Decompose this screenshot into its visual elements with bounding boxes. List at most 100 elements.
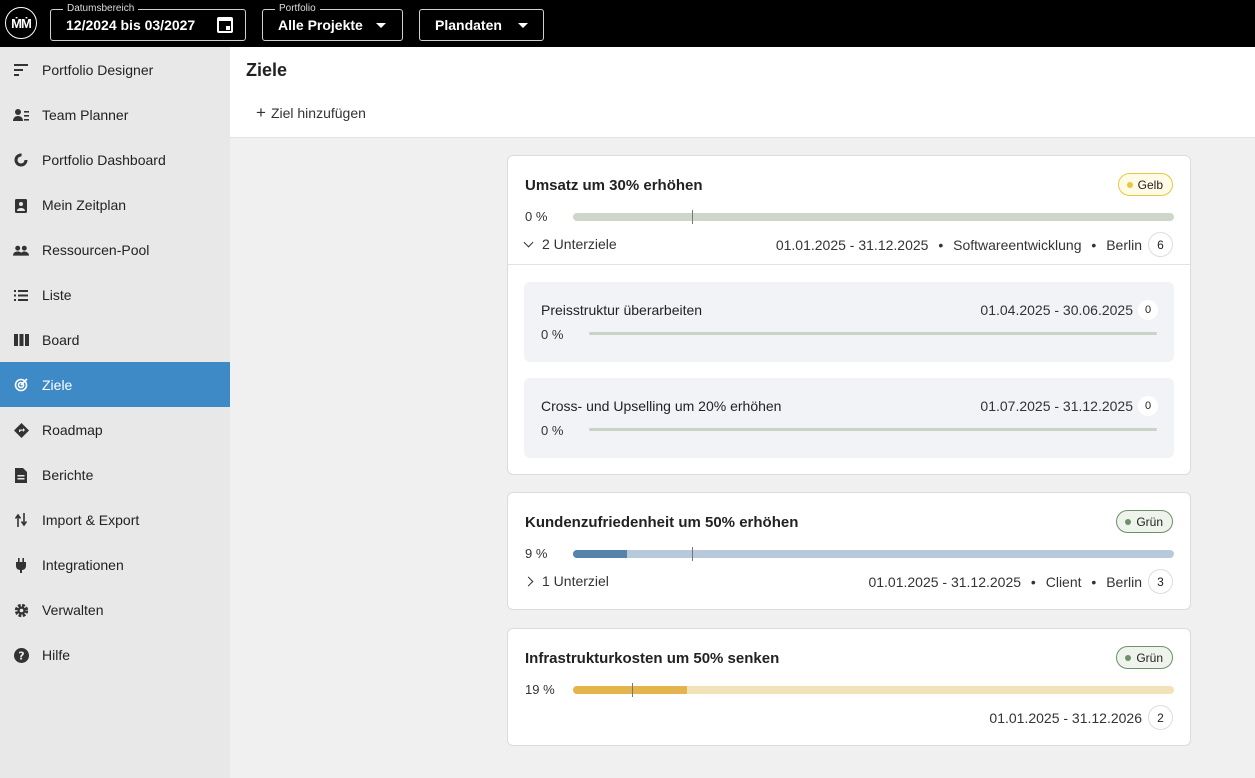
- progress-fill: [573, 686, 688, 694]
- progress-bar: [573, 686, 1174, 694]
- people-icon: [13, 242, 29, 258]
- chevron-down-icon: [517, 22, 528, 28]
- sidebar-item-label: Import & Export: [42, 511, 140, 528]
- app-logo[interactable]: ṀṀ: [5, 7, 37, 39]
- today-marker: [692, 547, 693, 561]
- subgoals-toggle[interactable]: 1 Unterziel: [523, 573, 609, 589]
- goal-count-badge: 3: [1148, 569, 1173, 594]
- progress-percent: 9 %: [525, 546, 548, 561]
- target-icon: [13, 377, 29, 393]
- sidebar-item-roadmap[interactable]: Roadmap: [0, 407, 230, 452]
- subgoal-date-range: 01.07.2025 - 31.12.2025: [980, 398, 1133, 414]
- subgoals-toggle[interactable]: 2 Unterziele: [523, 236, 617, 252]
- sidebar-item-portfolio-dashboard[interactable]: Portfolio Dashboard: [0, 137, 230, 182]
- portfolio-select[interactable]: Portfolio Alle Projekte: [262, 2, 403, 41]
- schedule-icon: [13, 197, 29, 213]
- chevron-down-icon: [523, 237, 534, 247]
- goal-card[interactable]: Kundenzufriedenheit um 50% erhöhen Grün …: [507, 492, 1191, 610]
- goal-date-range: 01.01.2025 - 31.12.2025: [775, 237, 929, 253]
- progress-fill: [573, 550, 628, 558]
- add-goal-button[interactable]: + Ziel hinzufügen: [256, 103, 366, 122]
- data-mode-select[interactable]: Plandaten: [419, 9, 544, 41]
- subgoal-card[interactable]: Cross- und Upselling um 20% erhöhen 01.0…: [524, 378, 1174, 458]
- sidebar-item-portfolio-designer[interactable]: Portfolio Designer: [0, 47, 230, 92]
- team-icon: [13, 107, 29, 123]
- sidebar-item-label: Liste: [42, 286, 72, 303]
- main-header: Ziele + Ziel hinzufügen: [230, 47, 1255, 138]
- goal-title: Infrastrukturkosten um 50% senken: [525, 650, 780, 667]
- sidebar-item-team-planner[interactable]: Team Planner: [0, 92, 230, 137]
- subgoal-date-range: 01.04.2025 - 30.06.2025: [980, 302, 1133, 318]
- top-bar: ṀṀ Datumsbereich 12/2024 bis 03/2027 Por…: [0, 0, 1255, 47]
- sidebar-item-berichte[interactable]: Berichte: [0, 452, 230, 497]
- sidebar-item-label: Ressourcen-Pool: [42, 241, 150, 258]
- sidebar-item-liste[interactable]: Liste: [0, 272, 230, 317]
- sidebar-item-label: Portfolio Designer: [42, 61, 154, 78]
- sidebar-item-label: Ziele: [42, 376, 73, 393]
- sidebar-item-import-export[interactable]: Import & Export: [0, 497, 230, 542]
- sidebar-item-board[interactable]: Board: [0, 317, 230, 362]
- goal-meta: 01.01.2025 - 31.12.2025 • Softwareentwic…: [776, 237, 1142, 253]
- progress-bar: [573, 550, 1174, 558]
- date-range-legend: Datumsbereich: [63, 2, 139, 16]
- sidebar-item-verwalten[interactable]: Verwalten: [0, 587, 230, 632]
- goal-location: Berlin: [1106, 574, 1142, 590]
- subgoal-progress-bar: [589, 332, 1157, 335]
- sidebar-item-mein-zeitplan[interactable]: Mein Zeitplan: [0, 182, 230, 227]
- plus-icon: +: [256, 103, 266, 122]
- import-export-icon: [13, 512, 29, 528]
- sidebar-item-label: Team Planner: [42, 106, 129, 123]
- divider: [508, 264, 1190, 265]
- sidebar-item-ressourcen-pool[interactable]: Ressourcen-Pool: [0, 227, 230, 272]
- portfolio-value: Alle Projekte: [278, 17, 363, 33]
- sidebar-item-label: Hilfe: [42, 646, 71, 663]
- subgoal-count-badge: 0: [1138, 396, 1158, 416]
- status-badge: Gelb: [1117, 173, 1173, 196]
- sidebar-item-label: Board: [42, 331, 80, 348]
- subgoal-progress-bar: [589, 428, 1157, 431]
- separator: •: [938, 237, 944, 253]
- report-icon: [13, 467, 29, 483]
- progress-percent: 0 %: [525, 209, 548, 224]
- sidebar-item-label: Integrationen: [42, 556, 124, 573]
- add-goal-label: Ziel hinzufügen: [270, 105, 366, 121]
- separator: •: [1030, 574, 1036, 590]
- goal-card[interactable]: Umsatz um 30% erhöhen Gelb 0 % 2 Unterzi…: [507, 155, 1191, 475]
- goal-department: Softwareentwicklung: [953, 237, 1082, 253]
- subgoal-title: Preisstruktur überarbeiten: [541, 302, 703, 318]
- goal-card[interactable]: Infrastrukturkosten um 50% senken Grün 1…: [507, 628, 1191, 746]
- goal-meta: 01.01.2025 - 31.12.2026: [989, 710, 1142, 726]
- sidebar-item-hilfe[interactable]: ? Hilfe: [0, 632, 230, 677]
- roadmap-icon: [13, 422, 29, 438]
- goal-location: Berlin: [1106, 237, 1142, 253]
- page-title: Ziele: [246, 60, 288, 80]
- today-marker: [692, 210, 693, 224]
- portfolio-legend: Portfolio: [275, 2, 320, 16]
- date-range-value: 12/2024 bis 03/2027: [66, 17, 196, 33]
- status-badge: Grün: [1116, 510, 1173, 533]
- goal-count-badge: 2: [1148, 705, 1173, 730]
- today-marker: [632, 683, 633, 697]
- calendar-icon[interactable]: [217, 17, 233, 33]
- svg-text:?: ?: [18, 649, 24, 662]
- goal-department: Client: [1045, 574, 1082, 590]
- status-dot-icon: [1125, 654, 1132, 661]
- sidebar-item-integrationen[interactable]: Integrationen: [0, 542, 230, 587]
- sidebar-item-label: Verwalten: [42, 601, 104, 618]
- subgoal-title: Cross- und Upselling um 20% erhöhen: [541, 398, 782, 414]
- goal-title: Kundenzufriedenheit um 50% erhöhen: [525, 514, 799, 531]
- status-badge: Grün: [1116, 646, 1173, 669]
- sidebar-item-ziele[interactable]: Ziele: [0, 362, 230, 407]
- gear-icon: [13, 602, 29, 618]
- subgoal-progress-percent: 0 %: [541, 327, 564, 342]
- goal-date-range: 01.01.2025 - 31.12.2025: [868, 574, 1022, 590]
- subgoal-card[interactable]: Preisstruktur überarbeiten 01.04.2025 - …: [524, 282, 1174, 362]
- progress-bar: [573, 213, 1174, 221]
- sidebar-item-label: Portfolio Dashboard: [42, 151, 166, 168]
- dashboard-icon: [13, 152, 29, 168]
- date-range-field[interactable]: Datumsbereich 12/2024 bis 03/2027: [50, 2, 246, 41]
- goal-meta: 01.01.2025 - 31.12.2025 • Client • Berli…: [868, 574, 1142, 590]
- sidebar-item-label: Berichte: [42, 466, 94, 483]
- status-label: Grün: [1136, 650, 1163, 665]
- goal-date-range: 01.01.2025 - 31.12.2026: [989, 710, 1142, 726]
